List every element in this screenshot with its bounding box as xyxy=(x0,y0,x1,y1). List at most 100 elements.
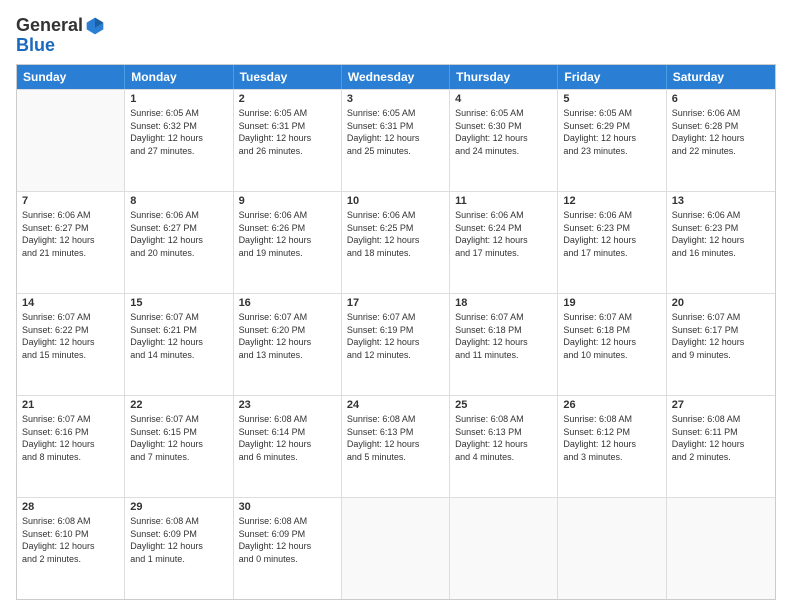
day-number: 8 xyxy=(130,195,227,207)
calendar-body: 1Sunrise: 6:05 AMSunset: 6:32 PMDaylight… xyxy=(17,89,775,599)
calendar-cell-3-5: 26 Sunrise: 6:08 AMSunset: 6:12 PMDayligh… xyxy=(558,396,666,497)
calendar-cell-0-0 xyxy=(17,90,125,191)
logo-icon xyxy=(85,16,105,36)
cell-info: Sunrise: 6:08 AMSunset: 6:09 PMDaylight:… xyxy=(239,515,336,565)
calendar-cell-0-2: 2 Sunrise: 6:05 AMSunset: 6:31 PMDaylight… xyxy=(234,90,342,191)
weekday-header-monday: Monday xyxy=(125,65,233,89)
weekday-header-thursday: Thursday xyxy=(450,65,558,89)
calendar-header: SundayMondayTuesdayWednesdayThursdayFrid… xyxy=(17,65,775,89)
calendar-cell-1-4: 11 Sunrise: 6:06 AMSunset: 6:24 PMDayligh… xyxy=(450,192,558,293)
calendar-cell-0-1: 1Sunrise: 6:05 AMSunset: 6:32 PMDaylight… xyxy=(125,90,233,191)
cell-info: Sunrise: 6:06 AMSunset: 6:27 PMDaylight:… xyxy=(22,209,119,259)
calendar: SundayMondayTuesdayWednesdayThursdayFrid… xyxy=(16,64,776,600)
cell-info: Sunrise: 6:08 AMSunset: 6:13 PMDaylight:… xyxy=(455,413,552,463)
day-number: 11 xyxy=(455,195,552,207)
day-number: 28 xyxy=(22,501,119,513)
cell-info: Sunrise: 6:08 AMSunset: 6:13 PMDaylight:… xyxy=(347,413,444,463)
calendar-cell-1-1: 8 Sunrise: 6:06 AMSunset: 6:27 PMDaylight… xyxy=(125,192,233,293)
day-number: 13 xyxy=(672,195,770,207)
cell-info: Sunrise: 6:07 AMSunset: 6:18 PMDaylight:… xyxy=(563,311,660,361)
calendar-cell-0-5: 5 Sunrise: 6:05 AMSunset: 6:29 PMDaylight… xyxy=(558,90,666,191)
day-number: 19 xyxy=(563,297,660,309)
weekday-header-sunday: Sunday xyxy=(17,65,125,89)
cell-info: Sunrise: 6:06 AMSunset: 6:24 PMDaylight:… xyxy=(455,209,552,259)
day-number: 20 xyxy=(672,297,770,309)
cell-info: Sunrise: 6:07 AMSunset: 6:16 PMDaylight:… xyxy=(22,413,119,463)
calendar-cell-1-5: 12 Sunrise: 6:06 AMSunset: 6:23 PMDayligh… xyxy=(558,192,666,293)
day-number: 2 xyxy=(239,93,336,105)
calendar-cell-4-1: 29Sunrise: 6:08 AMSunset: 6:09 PMDayligh… xyxy=(125,498,233,599)
day-number: 9 xyxy=(239,195,336,207)
calendar-row-0: 1Sunrise: 6:05 AMSunset: 6:32 PMDaylight… xyxy=(17,89,775,191)
calendar-cell-3-4: 25 Sunrise: 6:08 AMSunset: 6:13 PMDayligh… xyxy=(450,396,558,497)
weekday-header-saturday: Saturday xyxy=(667,65,775,89)
calendar-cell-4-3 xyxy=(342,498,450,599)
calendar-row-3: 21 Sunrise: 6:07 AMSunset: 6:16 PMDayligh… xyxy=(17,395,775,497)
cell-info: Sunrise: 6:05 AMSunset: 6:30 PMDaylight:… xyxy=(455,107,552,157)
calendar-cell-2-5: 19 Sunrise: 6:07 AMSunset: 6:18 PMDayligh… xyxy=(558,294,666,395)
cell-info: Sunrise: 6:06 AMSunset: 6:28 PMDaylight:… xyxy=(672,107,770,157)
cell-info: Sunrise: 6:06 AMSunset: 6:26 PMDaylight:… xyxy=(239,209,336,259)
calendar-cell-4-4 xyxy=(450,498,558,599)
cell-info: Sunrise: 6:06 AMSunset: 6:27 PMDaylight:… xyxy=(130,209,227,259)
calendar-row-4: 28Sunrise: 6:08 AMSunset: 6:10 PMDayligh… xyxy=(17,497,775,599)
header: General Blue xyxy=(16,12,776,56)
cell-info: Sunrise: 6:07 AMSunset: 6:18 PMDaylight:… xyxy=(455,311,552,361)
day-number: 21 xyxy=(22,399,119,411)
day-number: 26 xyxy=(563,399,660,411)
calendar-cell-0-4: 4Sunrise: 6:05 AMSunset: 6:30 PMDaylight… xyxy=(450,90,558,191)
day-number: 12 xyxy=(563,195,660,207)
calendar-cell-1-3: 10Sunrise: 6:06 AMSunset: 6:25 PMDayligh… xyxy=(342,192,450,293)
day-number: 15 xyxy=(130,297,227,309)
calendar-cell-2-4: 18 Sunrise: 6:07 AMSunset: 6:18 PMDayligh… xyxy=(450,294,558,395)
cell-info: Sunrise: 6:07 AMSunset: 6:15 PMDaylight:… xyxy=(130,413,227,463)
cell-info: Sunrise: 6:05 AMSunset: 6:31 PMDaylight:… xyxy=(239,107,336,157)
calendar-cell-4-6 xyxy=(667,498,775,599)
day-number: 22 xyxy=(130,399,227,411)
cell-info: Sunrise: 6:06 AMSunset: 6:23 PMDaylight:… xyxy=(563,209,660,259)
day-number: 30 xyxy=(239,501,336,513)
day-number: 5 xyxy=(563,93,660,105)
calendar-cell-2-1: 15 Sunrise: 6:07 AMSunset: 6:21 PMDayligh… xyxy=(125,294,233,395)
calendar-row-1: 7 Sunrise: 6:06 AMSunset: 6:27 PMDaylight… xyxy=(17,191,775,293)
day-number: 6 xyxy=(672,93,770,105)
cell-info: Sunrise: 6:07 AMSunset: 6:20 PMDaylight:… xyxy=(239,311,336,361)
cell-info: Sunrise: 6:08 AMSunset: 6:12 PMDaylight:… xyxy=(563,413,660,463)
calendar-row-2: 14 Sunrise: 6:07 AMSunset: 6:22 PMDayligh… xyxy=(17,293,775,395)
calendar-cell-4-5 xyxy=(558,498,666,599)
cell-info: Sunrise: 6:06 AMSunset: 6:23 PMDaylight:… xyxy=(672,209,770,259)
weekday-header-tuesday: Tuesday xyxy=(234,65,342,89)
day-number: 1 xyxy=(130,93,227,105)
cell-info: Sunrise: 6:06 AMSunset: 6:25 PMDaylight:… xyxy=(347,209,444,259)
calendar-cell-4-0: 28Sunrise: 6:08 AMSunset: 6:10 PMDayligh… xyxy=(17,498,125,599)
cell-info: Sunrise: 6:07 AMSunset: 6:22 PMDaylight:… xyxy=(22,311,119,361)
day-number: 7 xyxy=(22,195,119,207)
calendar-cell-3-0: 21 Sunrise: 6:07 AMSunset: 6:16 PMDayligh… xyxy=(17,396,125,497)
calendar-cell-1-2: 9 Sunrise: 6:06 AMSunset: 6:26 PMDaylight… xyxy=(234,192,342,293)
logo-text-general: General xyxy=(16,16,83,36)
day-number: 14 xyxy=(22,297,119,309)
day-number: 24 xyxy=(347,399,444,411)
calendar-cell-0-3: 3Sunrise: 6:05 AMSunset: 6:31 PMDaylight… xyxy=(342,90,450,191)
cell-info: Sunrise: 6:08 AMSunset: 6:09 PMDaylight:… xyxy=(130,515,227,565)
calendar-cell-2-0: 14 Sunrise: 6:07 AMSunset: 6:22 PMDayligh… xyxy=(17,294,125,395)
cell-info: Sunrise: 6:05 AMSunset: 6:31 PMDaylight:… xyxy=(347,107,444,157)
logo-text-blue: Blue xyxy=(16,35,55,55)
cell-info: Sunrise: 6:08 AMSunset: 6:11 PMDaylight:… xyxy=(672,413,770,463)
calendar-cell-1-0: 7 Sunrise: 6:06 AMSunset: 6:27 PMDaylight… xyxy=(17,192,125,293)
calendar-cell-0-6: 6 Sunrise: 6:06 AMSunset: 6:28 PMDaylight… xyxy=(667,90,775,191)
weekday-header-wednesday: Wednesday xyxy=(342,65,450,89)
day-number: 25 xyxy=(455,399,552,411)
cell-info: Sunrise: 6:07 AMSunset: 6:21 PMDaylight:… xyxy=(130,311,227,361)
calendar-cell-2-6: 20Sunrise: 6:07 AMSunset: 6:17 PMDayligh… xyxy=(667,294,775,395)
day-number: 17 xyxy=(347,297,444,309)
calendar-cell-3-1: 22 Sunrise: 6:07 AMSunset: 6:15 PMDayligh… xyxy=(125,396,233,497)
cell-info: Sunrise: 6:05 AMSunset: 6:29 PMDaylight:… xyxy=(563,107,660,157)
calendar-cell-1-6: 13 Sunrise: 6:06 AMSunset: 6:23 PMDayligh… xyxy=(667,192,775,293)
cell-info: Sunrise: 6:07 AMSunset: 6:19 PMDaylight:… xyxy=(347,311,444,361)
calendar-cell-2-3: 17 Sunrise: 6:07 AMSunset: 6:19 PMDayligh… xyxy=(342,294,450,395)
logo: General Blue xyxy=(16,16,105,56)
day-number: 18 xyxy=(455,297,552,309)
calendar-cell-2-2: 16Sunrise: 6:07 AMSunset: 6:20 PMDayligh… xyxy=(234,294,342,395)
calendar-cell-3-2: 23Sunrise: 6:08 AMSunset: 6:14 PMDayligh… xyxy=(234,396,342,497)
